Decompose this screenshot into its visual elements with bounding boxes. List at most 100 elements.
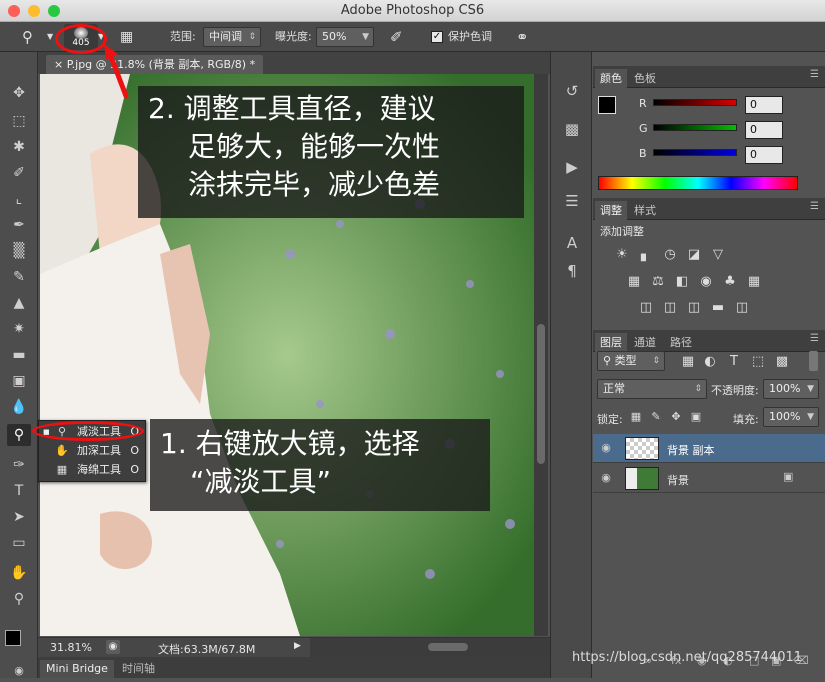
close-window-button[interactable] xyxy=(8,5,20,17)
vertical-scroll-thumb[interactable] xyxy=(537,324,545,464)
color-balance-icon[interactable]: ⚖ xyxy=(649,274,667,290)
paragraph-icon[interactable]: ¶ xyxy=(559,260,585,282)
dodge-tool-icon[interactable]: ⚲ xyxy=(7,424,31,446)
panel-menu-icon[interactable]: ☰ xyxy=(810,201,819,212)
exposure-input[interactable]: 50% ▼ xyxy=(316,27,374,47)
layer-filter-kind-select[interactable]: ⚲ 类型 ⇕ xyxy=(597,351,665,371)
tab-color[interactable]: 颜色 xyxy=(595,69,627,88)
threshold-icon[interactable]: ◫ xyxy=(685,300,703,316)
document-tab[interactable]: × P.jpg @ 31.8% (背景 副本, RGB/8) * xyxy=(46,55,264,74)
lock-pixels-icon[interactable]: ✎ xyxy=(647,409,665,425)
maximize-window-button[interactable] xyxy=(48,5,60,17)
tab-swatches[interactable]: 色板 xyxy=(629,69,661,88)
lock-transparency-icon[interactable]: ▦ xyxy=(627,409,645,425)
color-spectrum-ramp[interactable] xyxy=(598,176,798,190)
opacity-input[interactable]: 100% ▼ xyxy=(763,379,819,399)
range-select[interactable]: 中间调 ⇕ xyxy=(203,27,261,47)
3d-icon[interactable]: ▩ xyxy=(559,118,585,140)
channel-r-value[interactable]: 0 xyxy=(745,96,783,114)
channel-mixer-icon[interactable]: ♣ xyxy=(721,274,739,290)
path-select-tool-icon[interactable]: ➤ xyxy=(7,506,31,528)
minimize-window-button[interactable] xyxy=(28,5,40,17)
curves-icon[interactable]: ◷ xyxy=(661,247,679,263)
layer-row-background-copy[interactable]: ◉ 背景 副本 xyxy=(593,434,825,463)
panel-menu-icon[interactable]: ☰ xyxy=(810,69,819,80)
filter-toggle-switch[interactable] xyxy=(809,351,818,371)
magnifier-icon[interactable]: ⚲ xyxy=(22,22,33,52)
visibility-eye-icon[interactable]: ◉ xyxy=(599,471,613,485)
gradient-tool-icon[interactable]: ▣ xyxy=(7,370,31,392)
pen-tool-icon[interactable]: ✑ xyxy=(7,454,31,476)
hand-tool-icon[interactable]: ✋ xyxy=(7,562,31,584)
airbrush-icon[interactable]: ✐ xyxy=(390,22,403,52)
filter-type-icon[interactable]: T xyxy=(725,354,743,370)
levels-icon[interactable]: ▖ xyxy=(637,247,655,263)
invert-icon[interactable]: ◫ xyxy=(637,300,655,316)
tab-channels[interactable]: 通道 xyxy=(629,333,661,352)
tool-preset-chevron-icon[interactable]: ▼ xyxy=(47,22,53,52)
eyedropper-tool-icon[interactable]: ✒ xyxy=(7,214,31,236)
exposure-adjust-icon[interactable]: ◪ xyxy=(685,247,703,263)
quick-mask-icon[interactable]: ◉ xyxy=(7,660,31,682)
properties-icon[interactable]: ☰ xyxy=(559,190,585,212)
actions-icon[interactable]: ▶ xyxy=(559,156,585,178)
color-foreground-swatch[interactable] xyxy=(598,96,616,114)
info-icon[interactable]: ◉ xyxy=(106,640,120,654)
tab-styles[interactable]: 样式 xyxy=(629,201,661,220)
character-icon[interactable]: A xyxy=(559,232,585,254)
lock-position-icon[interactable]: ✥ xyxy=(667,409,685,425)
layer-row-background[interactable]: ◉ 背景 ▣ xyxy=(593,464,825,493)
black-white-icon[interactable]: ◧ xyxy=(673,274,691,290)
foreground-color-swatch[interactable] xyxy=(5,630,21,646)
eraser-tool-icon[interactable]: ▬ xyxy=(7,344,31,366)
filter-adjustment-icon[interactable]: ◐ xyxy=(701,354,719,370)
zoom-tool-icon[interactable]: ⚲ xyxy=(7,588,31,610)
close-tab-icon[interactable]: × xyxy=(54,58,63,71)
lasso-tool-icon[interactable]: ✱ xyxy=(7,136,31,158)
channel-g-value[interactable]: 0 xyxy=(745,121,783,139)
zoom-level[interactable]: 31.81% xyxy=(50,641,92,654)
tab-adjustments[interactable]: 调整 xyxy=(595,201,627,220)
menu-item-sponge[interactable]: ▦ 海绵工具 O xyxy=(39,461,145,479)
filter-shape-icon[interactable]: ⬚ xyxy=(749,354,767,370)
brush-tool-icon[interactable]: ✎ xyxy=(7,266,31,288)
crop-tool-icon[interactable]: ⌞ xyxy=(7,188,31,210)
gradient-map-icon[interactable]: ▬ xyxy=(709,300,727,316)
layer-name[interactable]: 背景 副本 xyxy=(667,442,715,458)
filter-pixel-icon[interactable]: ▦ xyxy=(679,354,697,370)
quick-select-tool-icon[interactable]: ✐ xyxy=(7,162,31,184)
visibility-eye-icon[interactable]: ◉ xyxy=(599,441,613,455)
move-tool-icon[interactable]: ✥ xyxy=(7,82,31,104)
tab-mini-bridge[interactable]: Mini Bridge xyxy=(40,660,114,678)
horizontal-scrollbar[interactable] xyxy=(310,638,550,657)
blend-mode-select[interactable]: 正常 ⇕ xyxy=(597,379,707,399)
brightness-icon[interactable]: ☀ xyxy=(613,247,631,263)
type-tool-icon[interactable]: T xyxy=(7,480,31,502)
posterize-icon[interactable]: ◫ xyxy=(661,300,679,316)
channel-b-slider[interactable] xyxy=(653,149,737,156)
layer-name[interactable]: 背景 xyxy=(667,472,689,488)
healing-brush-tool-icon[interactable]: ▒ xyxy=(7,240,31,262)
history-icon[interactable]: ↺ xyxy=(559,80,585,102)
selective-color-icon[interactable]: ◫ xyxy=(733,300,751,316)
tab-layers[interactable]: 图层 xyxy=(595,333,627,352)
horizontal-scroll-thumb[interactable] xyxy=(428,643,468,651)
fill-input[interactable]: 100% ▼ xyxy=(763,407,819,427)
lock-all-icon[interactable]: ▣ xyxy=(687,409,705,425)
photo-filter-icon[interactable]: ◉ xyxy=(697,274,715,290)
menu-item-burn[interactable]: ✋ 加深工具 O xyxy=(39,442,145,460)
pressure-size-icon[interactable]: ⚭ xyxy=(516,22,529,52)
tab-timeline[interactable]: 时间轴 xyxy=(116,660,161,678)
channel-r-slider[interactable] xyxy=(653,99,737,106)
history-brush-tool-icon[interactable]: ✷ xyxy=(7,318,31,340)
channel-g-slider[interactable] xyxy=(653,124,737,131)
panel-menu-icon[interactable]: ☰ xyxy=(810,333,819,344)
filter-smart-object-icon[interactable]: ▩ xyxy=(773,354,791,370)
clone-stamp-tool-icon[interactable]: ▲ xyxy=(7,292,31,314)
protect-tones-checkbox[interactable]: ✓ xyxy=(431,31,443,43)
status-menu-arrow-icon[interactable]: ▶ xyxy=(294,641,301,651)
color-lookup-icon[interactable]: ▦ xyxy=(745,274,763,290)
vertical-scrollbar[interactable] xyxy=(534,74,548,636)
blur-tool-icon[interactable]: 💧 xyxy=(7,396,31,418)
channel-b-value[interactable]: 0 xyxy=(745,146,783,164)
